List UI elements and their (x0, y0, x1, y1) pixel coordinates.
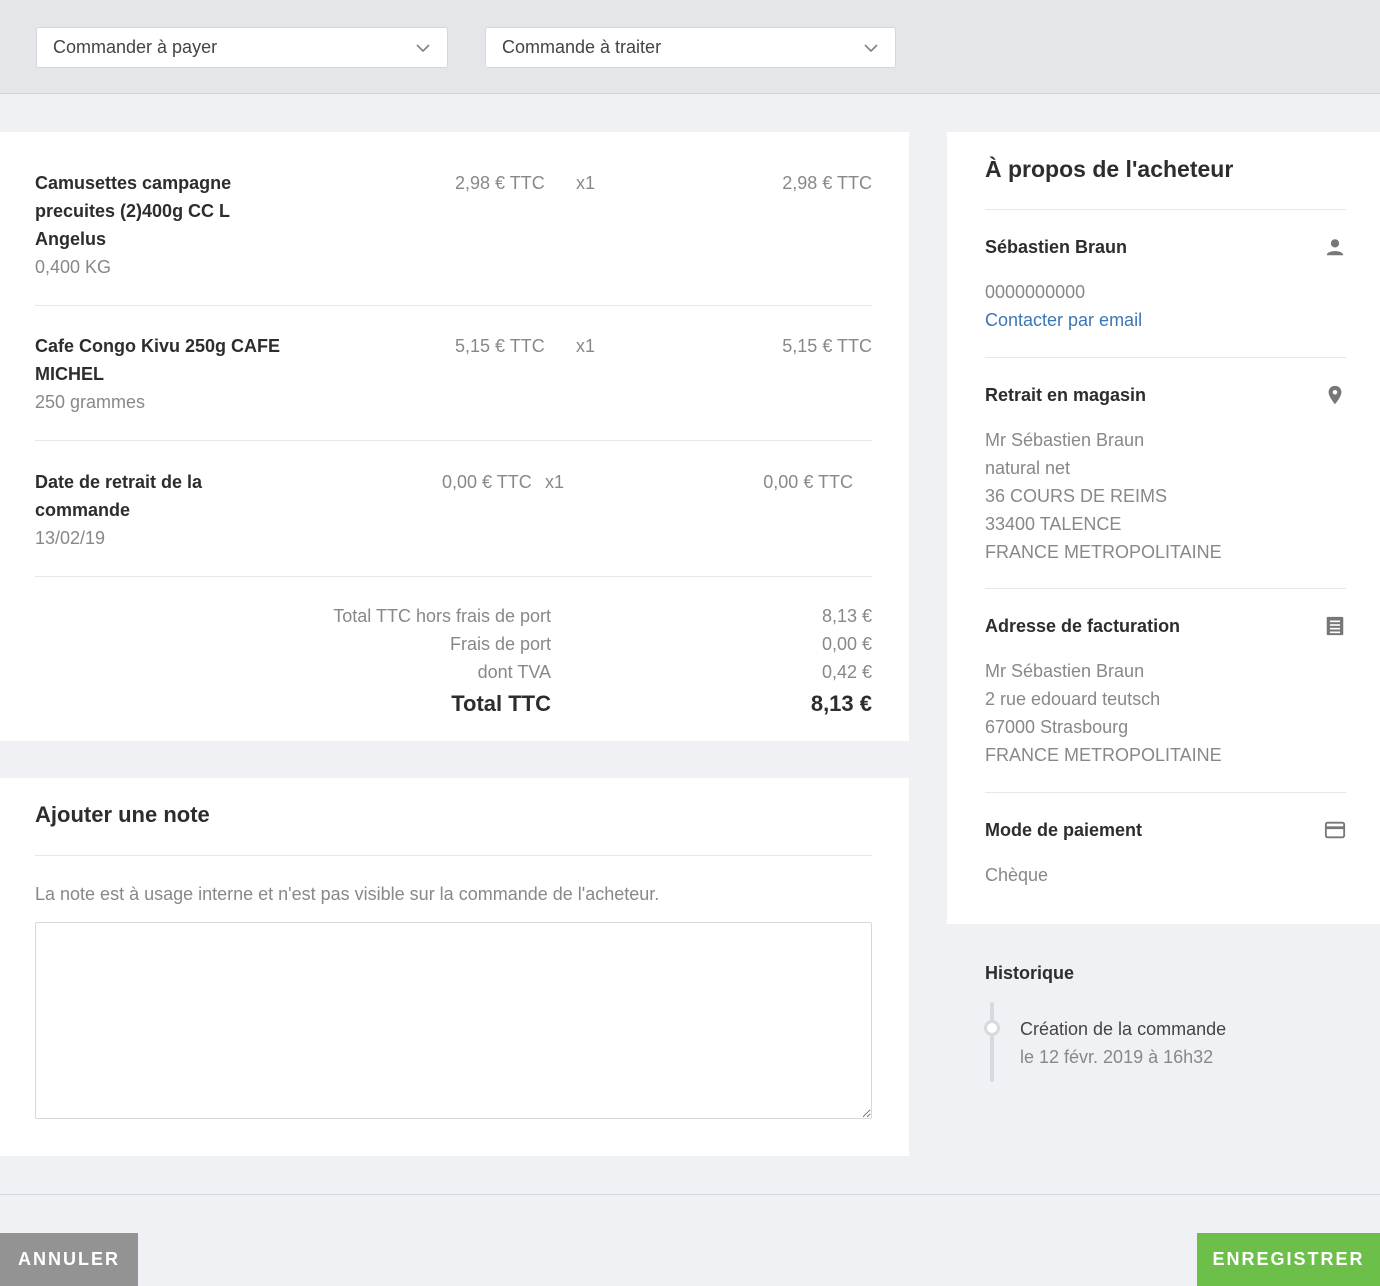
note-description: La note est à usage interne et n'est pas… (35, 884, 660, 904)
address-line: natural net (985, 458, 1071, 478)
address-line: 33400 TALENCE (985, 514, 1122, 534)
item-unit-price: 5,15 € TTC (455, 336, 545, 356)
subtotal-value: 8,13 € (821, 606, 872, 626)
map-pin-icon (1328, 385, 1342, 405)
address-line: 36 COURS DE REIMS (985, 486, 1168, 506)
payment-method: Chèque (985, 865, 1049, 885)
shipping-value: 0,00 € (821, 634, 872, 654)
payment-method-lines: Chèque (985, 861, 1048, 889)
item-quantity: x1 (545, 472, 565, 492)
item-quantity: x1 (576, 173, 596, 193)
address-line: Mr Sébastien Braun (985, 430, 1145, 450)
receipt-icon (1326, 616, 1344, 636)
grand-total-row: Total TTC 8,13 € (35, 690, 872, 718)
note-title: Ajouter une note (35, 802, 210, 827)
payment-status-select[interactable]: Commander à payer (36, 27, 448, 68)
save-button[interactable]: ENREGISTRER (1197, 1233, 1380, 1286)
item-unit-price: 2,98 € TTC (455, 173, 545, 193)
pickup-address: Mr Sébastien Braun natural net 36 COURS … (985, 426, 1222, 566)
payment-section: Mode de paiement Chèque (985, 792, 1346, 924)
item-weight: 0,400 KG (35, 257, 112, 277)
buyer-phone: 0000000000 (985, 282, 1086, 302)
vat-value: 0,42 € (821, 662, 872, 682)
address-line: FRANCE METROPOLITAINE (985, 745, 1222, 765)
order-item: Camusettes campagne precuites (2)400g CC… (35, 169, 872, 306)
chevron-down-icon (416, 43, 430, 52)
grand-total-value: 8,13 € (810, 691, 872, 716)
item-total: 5,15 € TTC (782, 336, 872, 356)
order-item: Cafe Congo Kivu 250g CAFE MICHEL 250 gra… (35, 332, 872, 441)
subtotal-row: Total TTC hors frais de port 8,13 € (35, 602, 872, 630)
item-name: Camusettes campagne precuites (2)400g CC… (35, 169, 285, 281)
note-textarea[interactable] (35, 922, 872, 1119)
contact-email-link[interactable]: Contacter par email (985, 306, 1142, 334)
processing-status-value: Commande à traiter (502, 37, 662, 57)
pickup-title: Retrait en magasin (985, 385, 1147, 405)
address-line: FRANCE METROPOLITAINE (985, 542, 1222, 562)
credit-card-icon (1324, 821, 1346, 839)
history-event-label: Création de la commande (1020, 1019, 1227, 1039)
vat-label: dont TVA (477, 662, 551, 682)
order-items-card: Camusettes campagne precuites (2)400g CC… (0, 132, 909, 741)
item-name: Cafe Congo Kivu 250g CAFE MICHEL 250 gra… (35, 332, 285, 416)
shipping-row: Frais de port 0,00 € (35, 630, 872, 658)
cancel-button[interactable]: ANNULER (0, 1233, 138, 1286)
item-weight: 250 grammes (35, 392, 146, 412)
billing-title: Adresse de facturation (985, 616, 1181, 636)
address-line: 67000 Strasbourg (985, 717, 1129, 737)
item-unit-price: 0,00 € TTC (442, 472, 532, 492)
footer-divider (0, 1194, 1380, 1286)
timeline-line (990, 1002, 994, 1082)
address-line: Mr Sébastien Braun (985, 661, 1145, 681)
payment-title: Mode de paiement (985, 820, 1143, 840)
vat-row: dont TVA 0,42 € (35, 658, 872, 686)
status-bar: Commander à payer Commande à traiter (0, 0, 1380, 94)
item-quantity: x1 (576, 336, 596, 356)
item-total: 0,00 € TTC (763, 472, 853, 492)
order-item: Date de retrait de la commande 13/02/19 … (35, 468, 872, 577)
buyer-card: À propos de l'acheteur Sébastien Braun 0… (947, 132, 1380, 924)
item-name: Date de retrait de la commande 13/02/19 (35, 468, 285, 552)
item-pickup-date: 13/02/19 (35, 528, 106, 548)
pickup-section: Retrait en magasin Mr Sébastien Braun na… (985, 357, 1346, 588)
billing-section: Adresse de facturation Mr Sébastien Brau… (985, 588, 1346, 792)
history-event-date: le 12 févr. 2019 à 16h32 (1020, 1047, 1214, 1067)
processing-status-select[interactable]: Commande à traiter (485, 27, 896, 68)
timeline-dot (984, 1020, 1000, 1036)
shipping-label: Frais de port (449, 634, 551, 654)
buyer-name: Sébastien Braun (985, 237, 1128, 257)
buyer-title: À propos de l'acheteur (985, 156, 1234, 182)
item-total: 2,98 € TTC (782, 173, 872, 193)
history-event: Création de la commande le 12 févr. 2019… (1020, 1015, 1226, 1071)
grand-total-label: Total TTC (451, 691, 551, 716)
payment-status-value: Commander à payer (53, 37, 218, 57)
chevron-down-icon (864, 43, 878, 52)
buyer-contact-section: Sébastien Braun 0000000000 Contacter par… (985, 209, 1346, 357)
divider (35, 855, 872, 856)
billing-address: Mr Sébastien Braun 2 rue edouard teutsch… (985, 657, 1222, 769)
buyer-contact-lines: 0000000000 Contacter par email (985, 278, 1142, 334)
address-line: 2 rue edouard teutsch (985, 689, 1161, 709)
note-card: Ajouter une note La note est à usage int… (0, 778, 909, 1156)
user-icon (1326, 239, 1344, 256)
history-title: Historique (985, 963, 1075, 983)
subtotal-label: Total TTC hors frais de port (333, 606, 551, 626)
